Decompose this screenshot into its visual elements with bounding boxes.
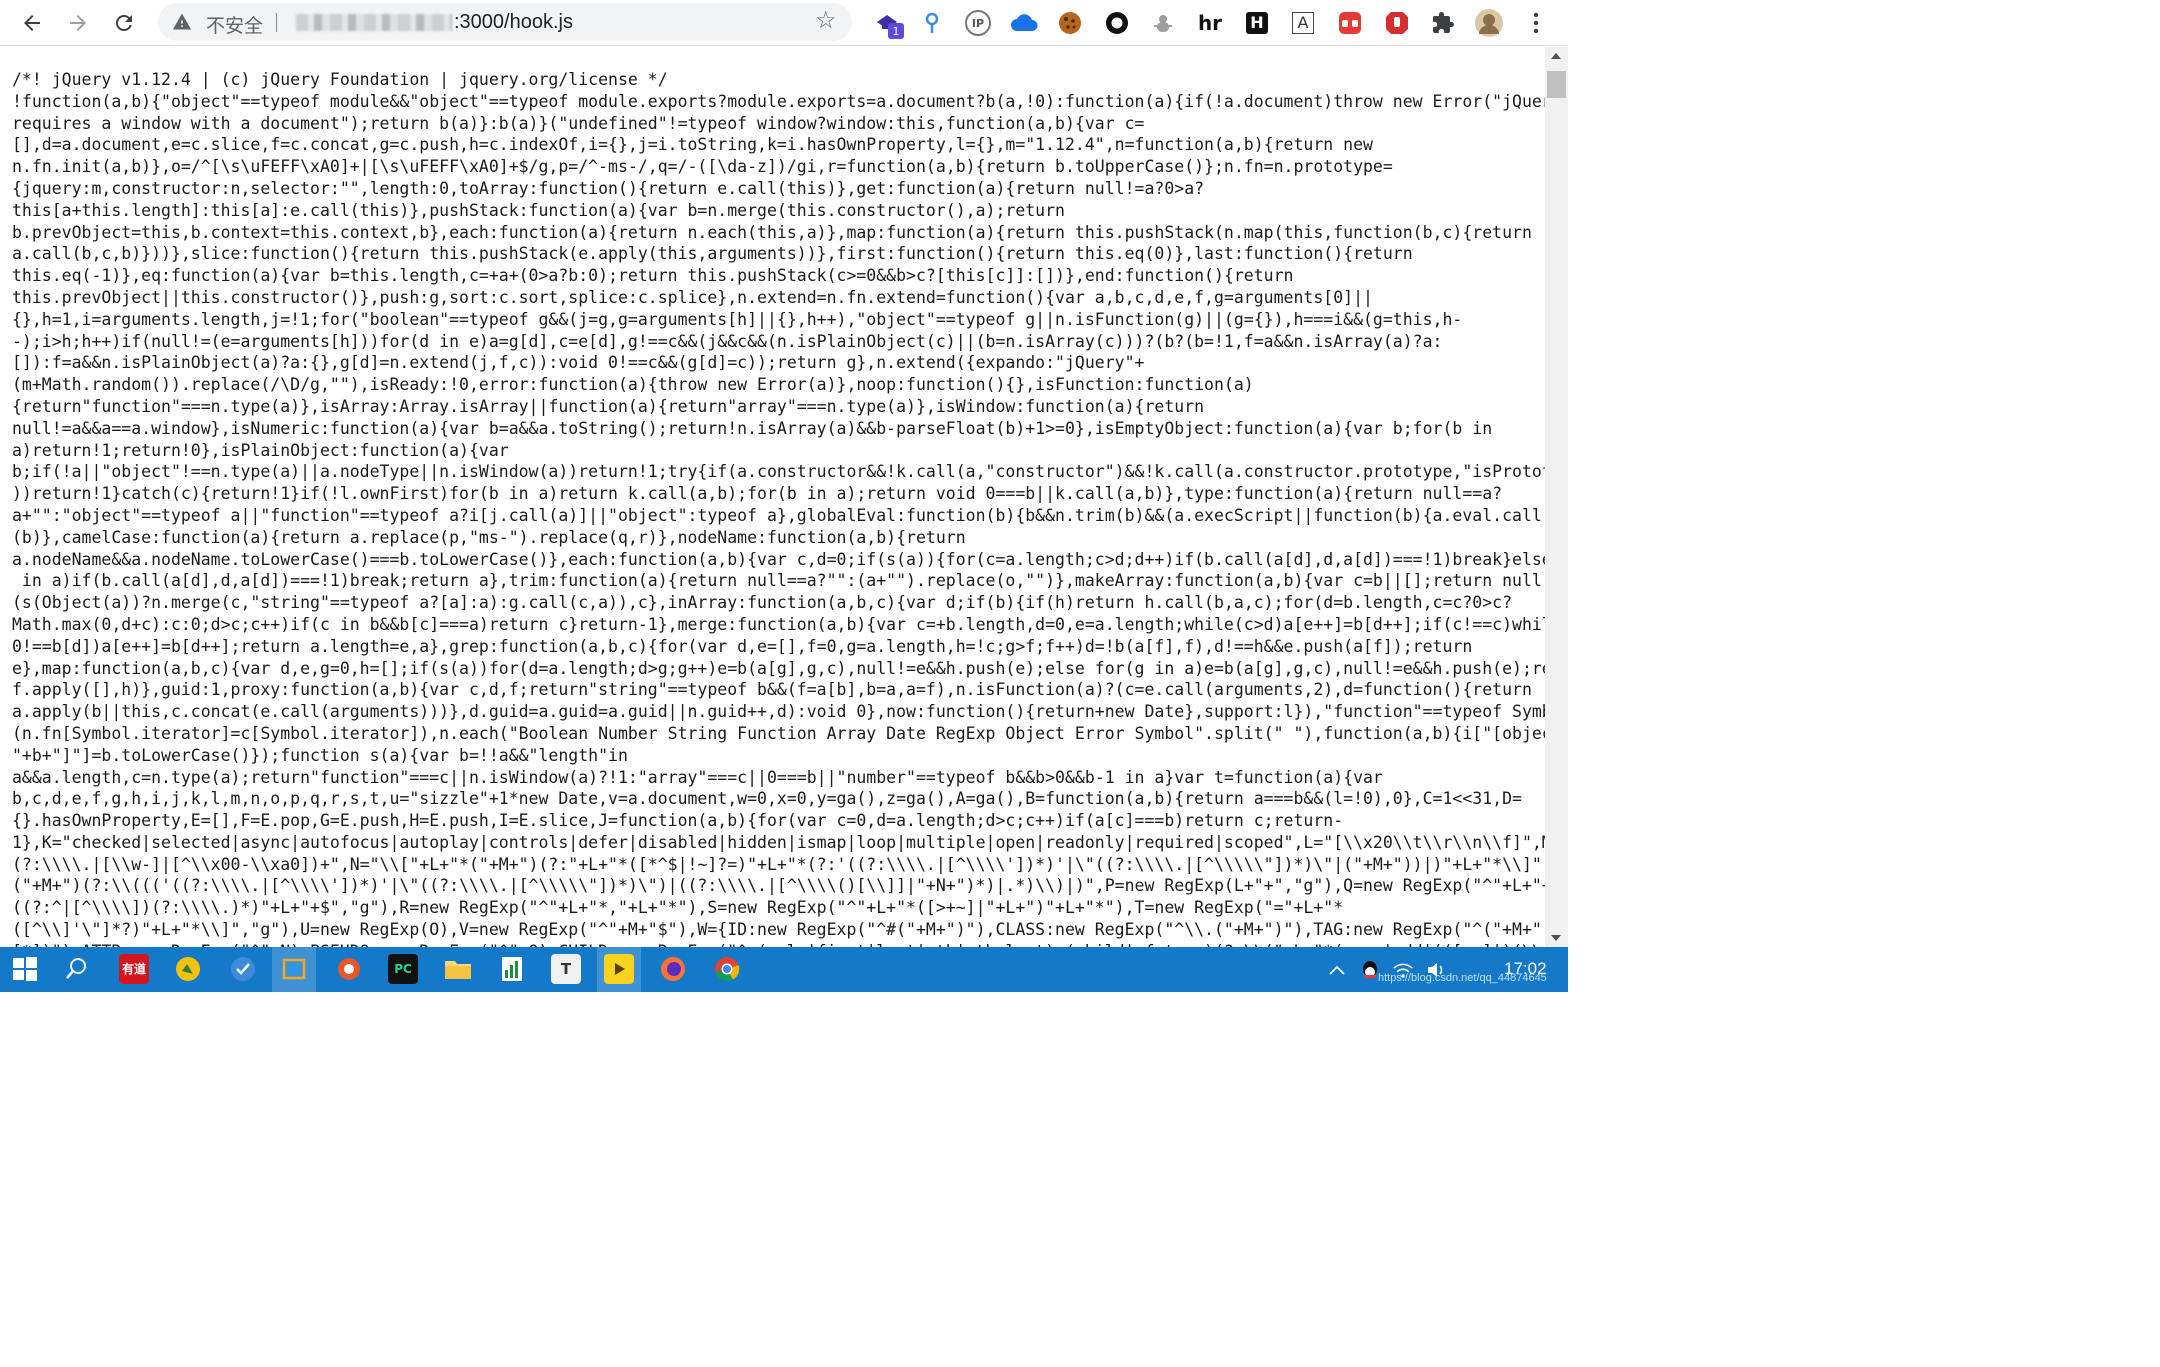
code-line: ))return!1}catch(c){return!1}if(!l.ownFi… <box>12 484 1503 504</box>
warning-triangle-icon[interactable] <box>172 12 192 32</box>
file-explorer-icon[interactable] <box>443 954 473 984</box>
scroll-down-arrow-icon[interactable] <box>1551 935 1561 941</box>
code-line: !function(a,b){"object"==typeof module&&… <box>12 91 1545 111</box>
page-content[interactable]: /*! jQuery v1.12.4 | (c) jQuery Foundati… <box>0 47 1545 947</box>
reload-icon <box>115 14 132 31</box>
code-line: this.eq(-1)},eq:function(a){var b=this.l… <box>12 266 1294 286</box>
vertical-scrollbar[interactable] <box>1545 47 1568 947</box>
extension-badge: 1 <box>888 23 904 39</box>
code-line: (n.fn[Symbol.iterator]=c[Symbol.iterator… <box>12 723 1545 743</box>
profile-avatar[interactable] <box>1474 8 1504 38</box>
extension-a-label: A <box>1292 12 1314 34</box>
omnibox-separator <box>276 13 277 32</box>
code-line: b;if(!a||"object"!==n.type(a)||a.nodeTyp… <box>12 462 1545 482</box>
code-line: n.fn.init(a,b)},o=/^[\s\uFEFF\xA0]+|[\s\… <box>12 157 1393 177</box>
extension-cookie-icon[interactable] <box>1055 8 1085 38</box>
code-line: (b)},camelCase:function(a){return a.repl… <box>12 527 966 547</box>
youdao-dictionary-icon[interactable]: 有道 <box>119 954 149 984</box>
code-line: Math.max(0,d+c):c:0;d>c;c++)if(c in b&&b… <box>12 614 1545 634</box>
code-line: {return"function"===n.type(a)},isArray:A… <box>12 396 1205 416</box>
code-line: b.prevObject=this,b.context=this.context… <box>12 222 1532 242</box>
source-code-text[interactable]: /*! jQuery v1.12.4 | (c) jQuery Foundati… <box>0 47 1545 947</box>
code-line: []):f=a&&n.isPlainObject(a)?a:{},g[d]=n.… <box>12 353 1145 373</box>
extension-hat-icon[interactable]: 1 <box>872 8 904 39</box>
extension-hr-label: hr <box>1197 11 1223 35</box>
code-line: a&&a.length,c=n.type(a);return"function"… <box>12 767 1383 787</box>
extension-ip-label: IP <box>971 16 985 30</box>
extension-red-hand-icon[interactable] <box>1382 8 1412 38</box>
code-line: (m+Math.random()).replace(/\D/g,""),isRe… <box>12 375 1254 395</box>
extension-a-box-icon[interactable]: A <box>1288 8 1318 38</box>
code-line: requires a window with a document");retu… <box>12 113 1145 133</box>
security-status-label[interactable]: 不安全 <box>206 11 263 38</box>
code-line: ([^\\]'\"]*?)"+L+"*\\]","g"),U=new RegEx… <box>12 920 1545 940</box>
code-line: null!=a&&a==a.window},isNumeric:function… <box>12 418 1493 438</box>
scroll-up-arrow-icon[interactable] <box>1551 53 1561 59</box>
code-line: -);i>h;h++)if(null!=(e=arguments[h]))for… <box>12 331 1443 351</box>
extension-hackerrank-icon[interactable]: hr <box>1195 8 1225 38</box>
qq-icon[interactable] <box>1360 959 1380 981</box>
code-line: 1},K="checked|selected|async|autofocus|a… <box>12 832 1545 852</box>
extension-h-label: H <box>1246 12 1268 34</box>
code-line: {jquery:m,constructor:n,selector:"",leng… <box>12 178 1205 198</box>
player-app-icon[interactable] <box>604 954 634 984</box>
pycharm-icon[interactable]: PC <box>388 954 418 984</box>
firefox-icon[interactable] <box>658 954 688 984</box>
tray-overflow-chevron-icon[interactable] <box>1328 964 1346 976</box>
code-line: ((?:^|[^\\\\])(?:\\\\.)*)"+L+"+$","g"),R… <box>12 898 1344 918</box>
back-arrow-icon <box>24 15 40 31</box>
search-icon[interactable] <box>62 954 92 984</box>
code-line: a.apply(b||this,c.concat(e.call(argument… <box>12 702 1545 722</box>
code-line: in a)if(b.call(a[d],d,a[d])===!1)break;r… <box>12 571 1545 591</box>
address-bar[interactable]: 不安全 :3000/hook.js ☆ <box>158 3 852 41</box>
csdn-watermark: https://blog.csdn.net/qq_44874645 <box>1378 972 1547 984</box>
code-line: a.call(b,c,b)}))},slice:function(){retur… <box>12 244 1413 264</box>
code-line: this[a+this.length]:this[a]:e.call(this)… <box>12 200 1065 220</box>
extension-h-box-icon[interactable]: H <box>1242 8 1272 38</box>
code-line: a+"":"object"==typeof a||"function"==typ… <box>12 505 1545 525</box>
browser-toolbar: 不安全 :3000/hook.js ☆ 1 IP hr H A <box>0 0 1568 46</box>
extension-ip-icon[interactable]: IP <box>963 8 993 38</box>
extension-red-glasses-icon[interactable] <box>1335 8 1365 38</box>
code-line: ("+M+")(?:\\((('((?:\\\\.|[^\\\\'])*)'|\… <box>12 876 1545 896</box>
code-line: b,c,d,e,f,g,h,i,j,k,l,m,n,o,p,q,r,s,t,u=… <box>12 789 1522 809</box>
url-text[interactable]: :3000/hook.js <box>454 11 573 34</box>
extension-location-pin-icon[interactable] <box>917 8 947 38</box>
url-host-redacted <box>296 14 452 31</box>
back-button[interactable] <box>14 5 50 41</box>
code-line: [],d=a.document,e=c.slice,f=c.concat,g=c… <box>12 135 1373 155</box>
scroll-thumb[interactable] <box>1547 71 1566 98</box>
windows-start-icon[interactable] <box>10 954 40 984</box>
chrome-icon[interactable] <box>712 954 742 984</box>
code-line: e},map:function(a,b,c){var d,e,g=0,h=[];… <box>12 658 1545 678</box>
game-yellow-app-icon[interactable] <box>173 954 203 984</box>
windows-taskbar: 有道 PC T 17:02 <box>0 947 1568 992</box>
orange-window-app-icon[interactable] <box>279 954 309 984</box>
system-tray <box>1328 947 1446 992</box>
code-line: this.prevObject||this.constructor()},pus… <box>12 287 1373 307</box>
browser-menu-icon[interactable] <box>1521 8 1551 38</box>
spreadsheet-app-icon[interactable] <box>497 954 527 984</box>
code-line: {},h=1,i=arguments.length,j=!1;for("bool… <box>12 309 1463 329</box>
typora-icon[interactable]: T <box>551 954 581 984</box>
extension-cloud-icon[interactable] <box>1009 8 1039 38</box>
check-app-icon[interactable] <box>228 954 258 984</box>
forward-arrow-icon <box>70 15 86 31</box>
burp-suite-icon[interactable] <box>334 954 364 984</box>
code-line: (?:\\\\.|[\\w-]|[^\\x00-\\xa0])+",N="\\[… <box>12 854 1545 874</box>
code-line: (s(Object(a))?n.merge(c,"string"==typeof… <box>12 593 1513 613</box>
code-line: {}.hasOwnProperty,E=[],F=E.pop,G=E.push,… <box>12 811 1344 831</box>
code-line: "+b+"]"]=b.toLowerCase()});function s(a)… <box>12 745 628 765</box>
code-line: 0!==b[d])a[e++]=b[d++];return a.length=e… <box>12 636 1473 656</box>
code-line: a)return!1;return!0},isPlainObject:funct… <box>12 440 509 460</box>
extension-ring-icon[interactable] <box>1102 8 1132 38</box>
reload-button[interactable] <box>106 5 142 41</box>
code-line: a.nodeName&&a.nodeName.toLowerCase()===b… <box>12 549 1545 569</box>
code-line: f.apply([],h)},guid:1,proxy:function(a,b… <box>12 680 1532 700</box>
bookmark-star-icon[interactable]: ☆ <box>815 9 837 33</box>
forward-button[interactable] <box>60 5 96 41</box>
extensions-puzzle-icon[interactable] <box>1428 8 1458 38</box>
extension-bug-icon[interactable] <box>1148 8 1178 38</box>
code-line: /*! jQuery v1.12.4 | (c) jQuery Foundati… <box>12 70 668 89</box>
